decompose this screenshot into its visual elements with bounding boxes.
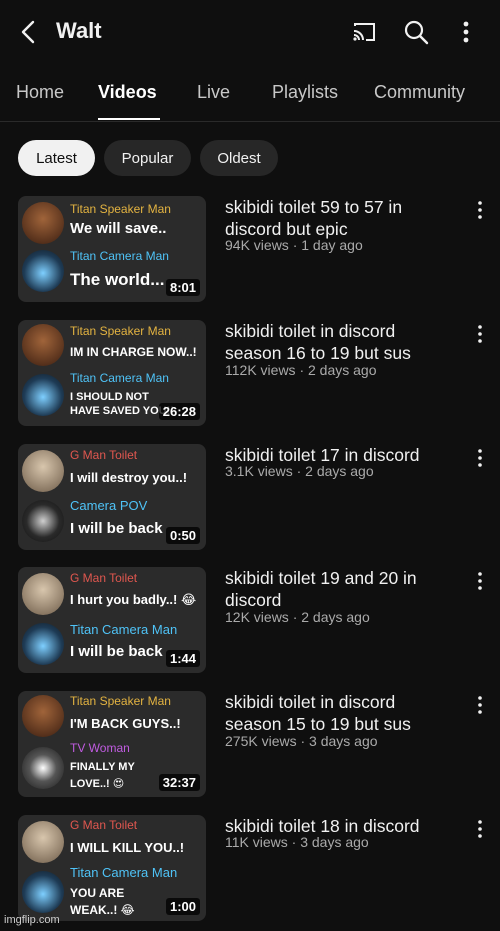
avatar xyxy=(22,324,64,366)
video-thumbnail[interactable]: G Man Toilet I hurt you badly..! 😂 Titan… xyxy=(18,567,206,673)
avatar xyxy=(22,821,64,863)
video-item[interactable]: G Man Toilet I hurt you badly..! 😂 Titan… xyxy=(18,567,488,673)
video-item[interactable]: Titan Speaker Man We will save.. Titan C… xyxy=(18,196,488,302)
video-meta: 3.1K views · 2 days ago xyxy=(225,463,374,479)
video-item[interactable]: G Man Toilet I will destroy you..! Camer… xyxy=(18,444,488,550)
avatar xyxy=(22,250,64,292)
duration-badge: 0:50 xyxy=(165,527,200,544)
thumb-message-2: YOU ARE WEAK..! 😂 xyxy=(70,886,135,917)
avatar xyxy=(22,623,64,665)
more-vert-icon[interactable] xyxy=(470,693,490,717)
video-meta: 112K views · 2 days ago xyxy=(225,362,377,378)
video-item[interactable]: Titan Speaker Man I'M BACK GUYS..! TV Wo… xyxy=(18,691,488,797)
video-item[interactable]: Titan Speaker Man IM IN CHARGE NOW..! Ti… xyxy=(18,320,488,426)
back-icon[interactable] xyxy=(16,18,42,46)
video-thumbnail[interactable]: Titan Speaker Man We will save.. Titan C… xyxy=(18,196,206,302)
avatar xyxy=(22,871,64,913)
chip-oldest[interactable]: Oldest xyxy=(200,140,278,176)
thumb-name-2: TV Woman xyxy=(70,741,130,755)
thumb-message-2: I will be back xyxy=(70,643,163,660)
video-title[interactable]: skibidi toilet 59 to 57 in discord but e… xyxy=(225,196,455,240)
thumb-name-2: Titan Camera Man xyxy=(70,865,178,880)
avatar xyxy=(22,202,64,244)
tab-videos[interactable]: Videos xyxy=(98,82,157,103)
video-thumbnail[interactable]: G Man Toilet I WILL KILL YOU..! Titan Ca… xyxy=(18,815,206,921)
thumb-message-1: I will destroy you..! xyxy=(70,470,188,485)
thumb-name-1: G Man Toilet xyxy=(70,571,138,585)
video-meta: 12K views · 2 days ago xyxy=(225,609,370,625)
avatar xyxy=(22,374,64,416)
more-vert-icon[interactable] xyxy=(470,446,490,470)
thumb-name-1: Titan Speaker Man xyxy=(70,694,171,708)
duration-badge: 8:01 xyxy=(165,279,200,296)
duration-badge: 1:00 xyxy=(165,898,200,915)
thumb-name-2: Titan Camera Man xyxy=(70,371,169,385)
video-meta: 11K views · 3 days ago xyxy=(225,834,369,850)
channel-title: Walt xyxy=(56,18,102,43)
duration-badge: 26:28 xyxy=(158,403,200,420)
more-vert-icon[interactable] xyxy=(470,198,490,222)
chip-popular[interactable]: Popular xyxy=(104,140,191,176)
thumb-message-2: FINALLY MY LOVE..! 😍 xyxy=(70,761,135,790)
top-app-bar: Walt xyxy=(0,0,500,64)
thumb-name-1: Titan Speaker Man xyxy=(70,324,171,338)
duration-badge: 1:44 xyxy=(165,650,200,667)
thumb-name-2: Camera POV xyxy=(70,498,148,513)
avatar xyxy=(22,450,64,492)
thumb-message-1: I hurt you badly..! 😂 xyxy=(70,592,197,607)
tab-community[interactable]: Community xyxy=(374,82,465,103)
thumb-name-1: G Man Toilet xyxy=(70,818,138,832)
video-title[interactable]: skibidi toilet in discord season 16 to 1… xyxy=(225,320,455,364)
tab-live[interactable]: Live xyxy=(197,82,230,103)
video-thumbnail[interactable]: Titan Speaker Man I'M BACK GUYS..! TV Wo… xyxy=(18,691,206,797)
search-icon[interactable] xyxy=(402,18,430,46)
watermark: imgflip.com xyxy=(4,914,60,926)
thumb-name-2: Titan Camera Man xyxy=(70,249,169,263)
more-vert-icon[interactable] xyxy=(470,322,490,346)
more-vert-icon[interactable] xyxy=(470,817,490,841)
avatar xyxy=(22,747,64,789)
thumb-message-2: I will be back xyxy=(70,520,163,537)
tab-playlists[interactable]: Playlists xyxy=(272,82,338,103)
avatar xyxy=(22,573,64,615)
more-icon[interactable] xyxy=(452,18,480,46)
video-title[interactable]: skibidi toilet in discord season 15 to 1… xyxy=(225,691,455,735)
tab-home[interactable]: Home xyxy=(16,82,64,103)
channel-tabs: Home Videos Live Playlists Community xyxy=(0,70,500,122)
thumb-name-1: Titan Speaker Man xyxy=(70,202,171,216)
thumb-message-1: I'M BACK GUYS..! xyxy=(70,716,181,731)
video-thumbnail[interactable]: Titan Speaker Man IM IN CHARGE NOW..! Ti… xyxy=(18,320,206,426)
video-meta: 275K views · 3 days ago xyxy=(225,733,378,749)
chip-latest[interactable]: Latest xyxy=(18,140,95,176)
avatar xyxy=(22,500,64,542)
thumb-message-1: I WILL KILL YOU..! xyxy=(70,840,185,855)
cast-icon[interactable] xyxy=(350,18,378,46)
video-meta: 94K views · 1 day ago xyxy=(225,237,363,253)
active-tab-indicator xyxy=(98,118,160,120)
thumb-message-2: The world... xyxy=(70,270,165,289)
video-item[interactable]: G Man Toilet I WILL KILL YOU..! Titan Ca… xyxy=(18,815,488,921)
thumb-message-1: IM IN CHARGE NOW..! xyxy=(70,345,197,359)
more-vert-icon[interactable] xyxy=(470,569,490,593)
thumb-name-1: G Man Toilet xyxy=(70,448,138,462)
thumb-message-1: We will save.. xyxy=(70,220,167,237)
avatar xyxy=(22,695,64,737)
duration-badge: 32:37 xyxy=(158,774,200,791)
thumb-name-2: Titan Camera Man xyxy=(70,622,178,637)
video-title[interactable]: skibidi toilet 19 and 20 in discord xyxy=(225,567,455,611)
video-thumbnail[interactable]: G Man Toilet I will destroy you..! Camer… xyxy=(18,444,206,550)
